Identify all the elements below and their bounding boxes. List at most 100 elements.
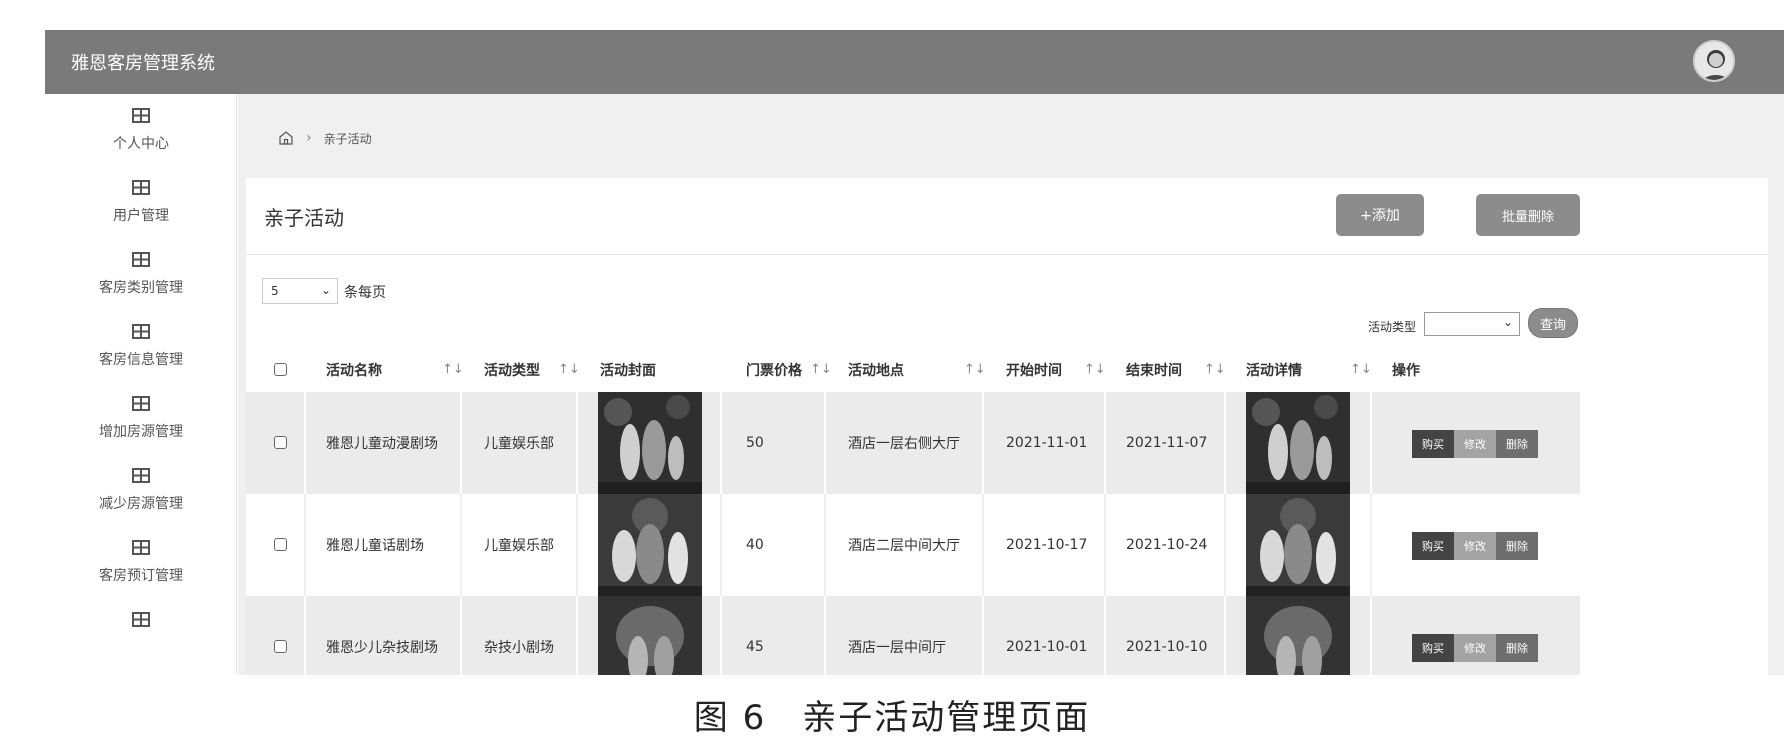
top-bar: 雅恩客房管理系统 [45, 30, 1784, 94]
grid-icon [132, 396, 150, 411]
header-price[interactable]: 门票价格 [746, 348, 802, 392]
buy-button[interactable]: 购买 [1412, 634, 1454, 662]
cell-name: 雅恩少儿杂技剧场 [326, 640, 438, 656]
cell-name: 雅恩儿童话剧场 [326, 538, 424, 554]
sort-icon[interactable]: ↑↓ [810, 362, 832, 377]
row-checkbox[interactable] [274, 538, 287, 551]
row-checkbox[interactable] [274, 436, 287, 449]
sort-icon[interactable]: ↑↓ [1204, 362, 1226, 377]
sidebar-item-add-rooms[interactable]: 增加房源管理 [45, 396, 237, 468]
header-type[interactable]: 活动类型 [484, 348, 540, 392]
sort-icon[interactable]: ↑↓ [558, 362, 580, 377]
table-row: 雅恩儿童动漫剧场 儿童娱乐部 50 酒店一层右侧大厅 2021-11-01 20… [246, 392, 1580, 494]
grid-icon [132, 324, 150, 339]
cover-image[interactable] [598, 392, 702, 494]
batch-delete-button[interactable]: 批量删除 [1476, 194, 1580, 236]
main-content: › 亲子活动 亲子活动 +添加 批量删除 5 ⌄ 条每页 活动类型 ⌄ 查询 活… [238, 94, 1784, 675]
cell-location: 酒店二层中间大厅 [848, 538, 960, 554]
column-divider [1224, 494, 1226, 596]
app-window: 雅恩客房管理系统 个人中心 用户管理 客房类别管理 客房信息管理 增加房源管理 … [45, 30, 1784, 675]
table-row: 雅恩儿童话剧场 儿童娱乐部 40 酒店二层中间大厅 2021-10-17 202… [246, 494, 1580, 596]
column-divider [720, 596, 722, 675]
chevron-down-icon: ⌄ [1502, 315, 1513, 329]
detail-image[interactable] [1246, 596, 1350, 675]
buy-button[interactable]: 购买 [1412, 430, 1454, 458]
column-divider [720, 392, 722, 494]
sidebar-item-room-booking[interactable]: 客房预订管理 [45, 540, 237, 612]
sidebar-item-room-category[interactable]: 客房类别管理 [45, 252, 237, 324]
cell-start: 2021-10-17 [1006, 537, 1088, 553]
header-actions: 操作 [1392, 363, 1420, 379]
sort-icon[interactable]: ↑↓ [1350, 362, 1372, 377]
breadcrumb-separator: › [306, 130, 312, 146]
sort-icon[interactable]: ↑↓ [1084, 362, 1106, 377]
edit-button[interactable]: 修改 [1454, 532, 1496, 560]
header-cover: 活动封面 [600, 363, 656, 379]
detail-image[interactable] [1246, 494, 1350, 596]
header-name[interactable]: 活动名称 [326, 348, 382, 392]
sidebar-item-label: 客房信息管理 [99, 352, 183, 368]
sidebar-item-label: 个人中心 [113, 136, 169, 152]
home-icon[interactable] [278, 130, 294, 146]
column-divider [1224, 392, 1226, 494]
cover-image[interactable] [598, 596, 702, 675]
sidebar-item-room-info[interactable]: 客房信息管理 [45, 324, 237, 396]
query-button[interactable]: 查询 [1528, 308, 1578, 338]
filter-type-label: 活动类型 [1368, 320, 1417, 334]
grid-icon [132, 180, 150, 195]
divider [246, 254, 1768, 255]
header-location[interactable]: 活动地点 [848, 348, 904, 392]
edit-button[interactable]: 修改 [1454, 634, 1496, 662]
page-size-label: 条每页 [344, 285, 386, 301]
sidebar-item-label: 减少房源管理 [99, 496, 183, 512]
detail-image[interactable] [1246, 392, 1350, 494]
cell-price: 50 [746, 435, 764, 451]
cell-type: 儿童娱乐部 [484, 436, 554, 452]
column-divider [1370, 494, 1372, 596]
column-divider [824, 596, 826, 675]
table-row: 雅恩少儿杂技剧场 杂技小剧场 45 酒店一层中间厅 2021-10-01 202… [246, 596, 1580, 675]
header-detail[interactable]: 活动详情 [1246, 348, 1302, 392]
header-end[interactable]: 结束时间 [1126, 348, 1182, 392]
sidebar-item-user-management[interactable]: 用户管理 [45, 180, 237, 252]
cell-name: 雅恩儿童动漫剧场 [326, 436, 438, 452]
sidebar-item-reduce-rooms[interactable]: 减少房源管理 [45, 468, 237, 540]
delete-button[interactable]: 删除 [1496, 634, 1538, 662]
grid-icon [132, 612, 150, 627]
delete-button[interactable]: 删除 [1496, 430, 1538, 458]
column-divider [460, 494, 462, 596]
sidebar-item-more[interactable] [45, 612, 237, 675]
filter-type-select[interactable]: ⌄ [1424, 312, 1520, 336]
cell-type: 杂技小剧场 [484, 640, 554, 656]
edit-button[interactable]: 修改 [1454, 430, 1496, 458]
row-checkbox[interactable] [274, 640, 287, 653]
cover-image[interactable] [598, 494, 702, 596]
column-divider [720, 494, 722, 596]
select-all-checkbox[interactable] [274, 363, 287, 376]
column-divider [1224, 596, 1226, 675]
cell-end: 2021-11-07 [1126, 435, 1208, 451]
column-divider [1104, 494, 1106, 596]
user-avatar-icon[interactable] [1693, 40, 1735, 82]
column-divider [824, 392, 826, 494]
breadcrumb-current: 亲子活动 [323, 131, 372, 146]
column-divider [304, 392, 306, 494]
delete-button[interactable]: 删除 [1496, 532, 1538, 560]
page-size-select[interactable]: 5 ⌄ [262, 278, 338, 304]
page-title: 亲子活动 [264, 206, 344, 230]
cell-end: 2021-10-10 [1126, 639, 1208, 655]
cell-start: 2021-11-01 [1006, 435, 1088, 451]
buy-button[interactable]: 购买 [1412, 532, 1454, 560]
column-divider [460, 596, 462, 675]
grid-icon [132, 540, 150, 555]
chevron-down-icon: ⌄ [320, 283, 331, 297]
column-divider [304, 494, 306, 596]
cell-location: 酒店一层右侧大厅 [848, 436, 960, 452]
sidebar-item-personal-center[interactable]: 个人中心 [45, 108, 237, 180]
column-divider [304, 596, 306, 675]
sort-icon[interactable]: ↑↓ [964, 362, 986, 377]
sort-icon[interactable]: ↑↓ [442, 362, 464, 377]
activity-card: 亲子活动 +添加 批量删除 5 ⌄ 条每页 活动类型 ⌄ 查询 活动名称 ↑↓ … [246, 178, 1768, 675]
header-start[interactable]: 开始时间 [1006, 348, 1062, 392]
add-button[interactable]: +添加 [1336, 194, 1424, 236]
